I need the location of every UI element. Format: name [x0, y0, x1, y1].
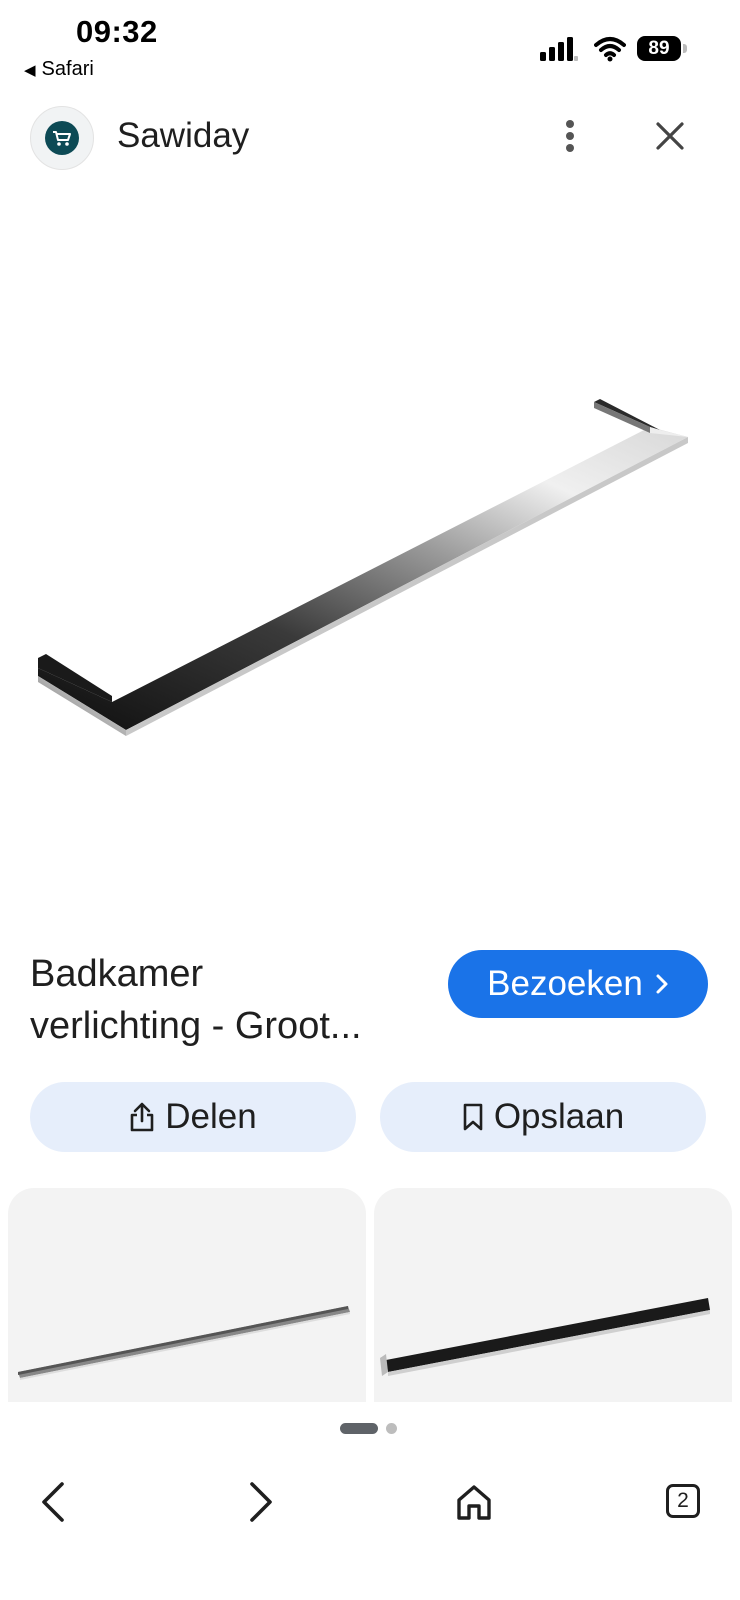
more-vert-icon: [566, 120, 574, 128]
home-button[interactable]: [442, 1470, 506, 1534]
tabs-button[interactable]: 2: [652, 1470, 716, 1534]
result-title[interactable]: Badkamer verlichting - Groot...: [30, 948, 420, 1052]
bookmark-icon: [463, 1103, 483, 1131]
share-button[interactable]: Delen: [30, 1082, 356, 1152]
share-label: Delen: [165, 1097, 257, 1136]
result-title-line1: Badkamer: [30, 953, 204, 995]
product-image[interactable]: [0, 190, 740, 910]
share-icon: [130, 1102, 154, 1132]
wifi-icon: [594, 37, 626, 62]
visit-label: Bezoeken: [487, 964, 643, 1003]
back-triangle-icon: ◀: [24, 62, 36, 79]
forward-button[interactable]: [228, 1470, 292, 1534]
back-icon: [42, 1482, 64, 1522]
related-image-1[interactable]: [8, 1188, 366, 1402]
cart-logo-icon: [53, 131, 71, 146]
tabs-icon: 2: [666, 1484, 700, 1518]
chevron-right-icon: [656, 974, 668, 994]
related-image-1-graphic: [18, 1306, 350, 1380]
save-label: Opslaan: [493, 1097, 625, 1136]
status-time: 09:32: [76, 14, 158, 49]
carousel-indicator: [340, 1421, 400, 1435]
visit-button[interactable]: Bezoeken: [448, 950, 708, 1018]
back-button[interactable]: [22, 1470, 86, 1534]
battery-icon: 89: [637, 36, 689, 62]
bottom-nav: 2: [0, 1450, 740, 1600]
related-image-2-graphic: [380, 1298, 710, 1376]
cellular-signal-icon: [540, 37, 578, 61]
carousel-dot: [386, 1423, 397, 1434]
save-button[interactable]: Opslaan: [380, 1082, 706, 1152]
forward-icon: [250, 1482, 272, 1522]
carousel-dot-active: [340, 1423, 378, 1434]
related-image-2[interactable]: [374, 1188, 732, 1402]
site-logo[interactable]: [30, 106, 94, 170]
close-icon[interactable]: [652, 118, 688, 154]
battery-level: 89: [637, 36, 681, 61]
home-icon: [457, 1485, 491, 1520]
site-name: Sawiday: [117, 116, 250, 155]
result-title-line2: verlichting - Groot...: [30, 1005, 362, 1047]
back-to-safari-link[interactable]: ◀ Safari: [24, 58, 94, 81]
more-options-button[interactable]: [558, 114, 582, 158]
back-app-label: Safari: [41, 58, 94, 80]
